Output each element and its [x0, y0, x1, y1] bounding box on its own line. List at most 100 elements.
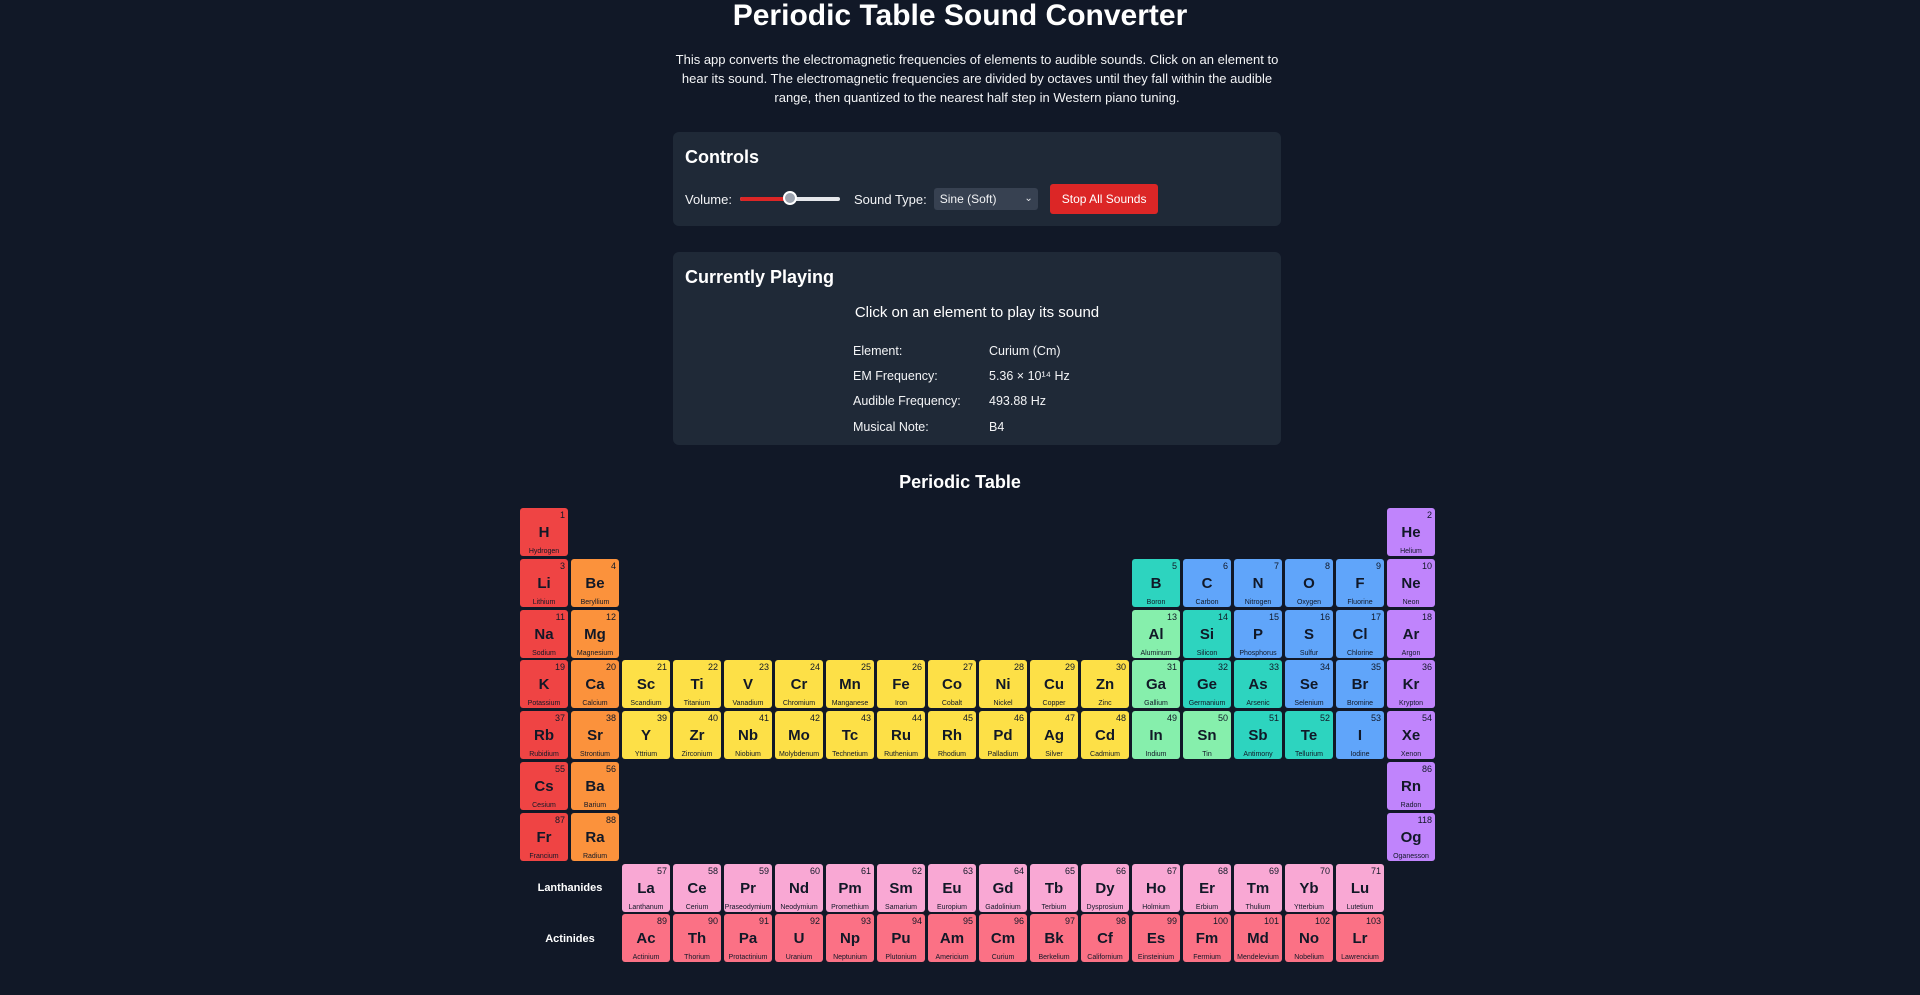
element-ar[interactable]: 18 Ar Argon: [1387, 609, 1435, 658]
element-v[interactable]: 23 V Vanadium: [724, 660, 772, 709]
element-lr[interactable]: 103 Lr Lawrencium: [1336, 914, 1384, 963]
element-og[interactable]: 118 Og Oganesson: [1387, 812, 1435, 861]
element-ga[interactable]: 31 Ga Gallium: [1132, 660, 1180, 709]
element-ne[interactable]: 10 Ne Neon: [1387, 558, 1435, 607]
element-h[interactable]: 1 H Hydrogen: [520, 508, 568, 556]
element-al[interactable]: 13 Al Aluminum: [1132, 609, 1180, 658]
element-ba[interactable]: 56 Ba Barium: [571, 762, 619, 810]
element-cs[interactable]: 55 Cs Cesium: [520, 762, 568, 810]
element-name: Silver: [1045, 751, 1063, 759]
element-si[interactable]: 14 Si Silicon: [1183, 609, 1231, 658]
volume-slider[interactable]: [739, 190, 840, 208]
element-lu[interactable]: 71 Lu Lutetium: [1336, 863, 1384, 912]
element-dy[interactable]: 66 Dy Dysprosium: [1081, 863, 1129, 912]
element-he[interactable]: 2 He Helium: [1387, 508, 1435, 556]
element-mg[interactable]: 12 Mg Magnesium: [571, 609, 619, 658]
element-sb[interactable]: 51 Sb Antimony: [1234, 711, 1282, 760]
element-no[interactable]: 102 No Nobelium: [1285, 914, 1333, 963]
element-sn[interactable]: 50 Sn Tin: [1183, 711, 1231, 760]
element-es[interactable]: 99 Es Einsteinium: [1132, 914, 1180, 963]
element-cl[interactable]: 17 Cl Chlorine: [1336, 609, 1384, 658]
element-s[interactable]: 16 S Sulfur: [1285, 609, 1333, 658]
element-gd[interactable]: 64 Gd Gadolinium: [979, 863, 1027, 912]
element-nd[interactable]: 60 Nd Neodymium: [775, 863, 823, 912]
element-kr[interactable]: 36 Kr Krypton: [1387, 660, 1435, 709]
element-p[interactable]: 15 P Phosphorus: [1234, 609, 1282, 658]
stop-all-sounds-button[interactable]: Stop All Sounds: [1049, 184, 1159, 214]
element-ce[interactable]: 58 Ce Cerium: [673, 863, 721, 912]
element-eu[interactable]: 63 Eu Europium: [928, 863, 976, 912]
element-o[interactable]: 8 O Oxygen: [1285, 558, 1333, 607]
element-rn[interactable]: 86 Rn Radon: [1387, 762, 1435, 810]
element-tc[interactable]: 43 Tc Technetium: [826, 711, 874, 760]
element-pa[interactable]: 91 Pa Protactinium: [724, 914, 772, 963]
element-cr[interactable]: 24 Cr Chromium: [775, 660, 823, 709]
element-nb[interactable]: 41 Nb Niobium: [724, 711, 772, 760]
element-sc[interactable]: 21 Sc Scandium: [622, 660, 670, 709]
element-ho[interactable]: 67 Ho Holmium: [1132, 863, 1180, 912]
element-in[interactable]: 49 In Indium: [1132, 711, 1180, 760]
element-pd[interactable]: 46 Pd Palladium: [979, 711, 1027, 760]
element-ti[interactable]: 22 Ti Titanium: [673, 660, 721, 709]
element-am[interactable]: 95 Am Americium: [928, 914, 976, 963]
element-symbol: Zn: [1095, 676, 1115, 694]
element-pu[interactable]: 94 Pu Plutonium: [877, 914, 925, 963]
element-er[interactable]: 68 Er Erbium: [1183, 863, 1231, 912]
element-b[interactable]: 5 B Boron: [1132, 558, 1180, 607]
element-k[interactable]: 19 K Potassium: [520, 660, 568, 709]
element-fe[interactable]: 26 Fe Iron: [877, 660, 925, 709]
element-f[interactable]: 9 F Fluorine: [1336, 558, 1384, 607]
element-br[interactable]: 35 Br Bromine: [1336, 660, 1384, 709]
element-y[interactable]: 39 Y Yttrium: [622, 711, 670, 760]
element-u[interactable]: 92 U Uranium: [775, 914, 823, 963]
element-ac[interactable]: 89 Ac Actinium: [622, 914, 670, 963]
sound-type-select[interactable]: Sine (Soft) ⌄: [933, 188, 1038, 210]
element-li[interactable]: 3 Li Lithium: [520, 558, 568, 607]
element-th[interactable]: 90 Th Thorium: [673, 914, 721, 963]
element-rb[interactable]: 37 Rb Rubidium: [520, 711, 568, 760]
element-na[interactable]: 11 Na Sodium: [520, 609, 568, 658]
element-ni[interactable]: 28 Ni Nickel: [979, 660, 1027, 709]
element-mn[interactable]: 25 Mn Manganese: [826, 660, 874, 709]
element-se[interactable]: 34 Se Selenium: [1285, 660, 1333, 709]
element-name: Nickel: [993, 700, 1013, 708]
element-te[interactable]: 52 Te Tellurium: [1285, 711, 1333, 760]
element-n[interactable]: 7 N Nitrogen: [1234, 558, 1282, 607]
element-tm[interactable]: 69 Tm Thulium: [1234, 863, 1282, 912]
element-bk[interactable]: 97 Bk Berkelium: [1030, 914, 1078, 963]
element-sr[interactable]: 38 Sr Strontium: [571, 711, 619, 760]
element-rh[interactable]: 45 Rh Rhodium: [928, 711, 976, 760]
element-i[interactable]: 53 I Iodine: [1336, 711, 1384, 760]
element-c[interactable]: 6 C Carbon: [1183, 558, 1231, 607]
element-sm[interactable]: 62 Sm Samarium: [877, 863, 925, 912]
element-np[interactable]: 93 Np Neptunium: [826, 914, 874, 963]
element-cm[interactable]: 96 Cm Curium: [979, 914, 1027, 963]
element-cf[interactable]: 98 Cf Californium: [1081, 914, 1129, 963]
element-ra[interactable]: 88 Ra Radium: [571, 812, 619, 861]
element-tb[interactable]: 65 Tb Terbium: [1030, 863, 1078, 912]
element-as[interactable]: 33 As Arsenic: [1234, 660, 1282, 709]
element-zr[interactable]: 40 Zr Zirconium: [673, 711, 721, 760]
element-ge[interactable]: 32 Ge Germanium: [1183, 660, 1231, 709]
element-la[interactable]: 57 La Lanthanum: [622, 863, 670, 912]
element-ru[interactable]: 44 Ru Ruthenium: [877, 711, 925, 760]
element-fm[interactable]: 100 Fm Fermium: [1183, 914, 1231, 963]
element-xe[interactable]: 54 Xe Xenon: [1387, 711, 1435, 760]
element-co[interactable]: 27 Co Cobalt: [928, 660, 976, 709]
element-cu[interactable]: 29 Cu Copper: [1030, 660, 1078, 709]
element-md[interactable]: 101 Md Mendelevium: [1234, 914, 1282, 963]
element-be[interactable]: 4 Be Beryllium: [571, 558, 619, 607]
element-ca[interactable]: 20 Ca Calcium: [571, 660, 619, 709]
element-cd[interactable]: 48 Cd Cadmium: [1081, 711, 1129, 760]
atomic-number: 96: [1013, 916, 1024, 927]
volume-thumb[interactable]: [782, 191, 797, 205]
element-mo[interactable]: 42 Mo Molybdenum: [775, 711, 823, 760]
element-ag[interactable]: 47 Ag Silver: [1030, 711, 1078, 760]
element-name: Scandium: [630, 700, 662, 708]
atomic-number: 69: [1268, 865, 1279, 876]
element-zn[interactable]: 30 Zn Zinc: [1081, 660, 1129, 709]
element-yb[interactable]: 70 Yb Ytterbium: [1285, 863, 1333, 912]
element-pr[interactable]: 59 Pr Praseodymium: [724, 863, 772, 912]
element-fr[interactable]: 87 Fr Francium: [520, 812, 568, 861]
element-pm[interactable]: 61 Pm Promethium: [826, 863, 874, 912]
